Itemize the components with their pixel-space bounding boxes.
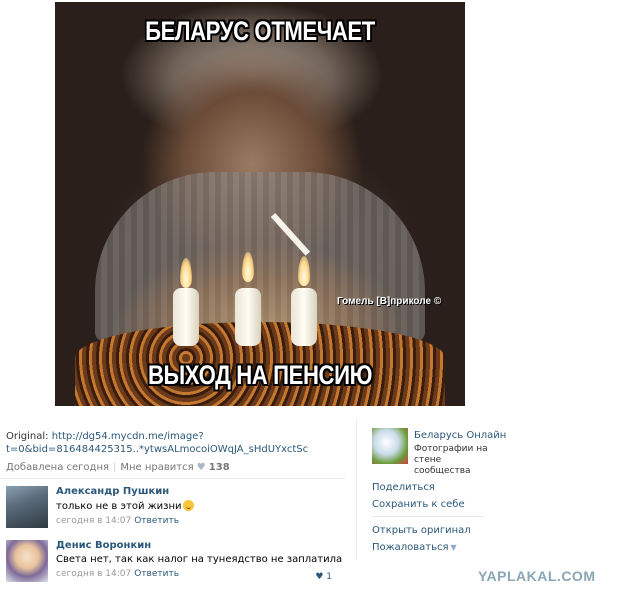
photo-caption-bottom: ВЫХОД НА ПЕНСИЮ: [147, 360, 373, 390]
share-link[interactable]: Поделиться: [372, 482, 435, 493]
save-link[interactable]: Сохранить к себе: [372, 499, 465, 510]
comment-author[interactable]: Денис Воронкин: [56, 540, 346, 551]
comment-like-button[interactable]: ♥ 1: [315, 572, 332, 582]
divider: [372, 516, 484, 517]
original-label: Original:: [6, 431, 49, 442]
post-photo[interactable]: БЕЛАРУС ОТМЕЧАЕТ ВЫХОД НА ПЕНСИЮ Гомель …: [55, 2, 465, 406]
heart-icon[interactable]: ♥: [197, 462, 206, 473]
comment-date[interactable]: сегодня в 14:07: [56, 516, 131, 526]
added-date: Добавлена сегодня: [6, 462, 109, 473]
comment-text: Света нет, так как налог на тунеядство н…: [56, 554, 343, 565]
comment-meta: сегодня в 14:07 Ответить: [56, 569, 346, 579]
heart-icon: ♥: [315, 572, 324, 582]
original-url[interactable]: http://dg54.mycdn.me/image? t=0&bid=81648…: [6, 431, 308, 455]
photo-candle-1: [173, 288, 199, 346]
comment-like-count: 1: [326, 572, 332, 582]
comment-author[interactable]: Александр Пушкин: [56, 486, 346, 497]
photo-caption-top: БЕЛАРУС ОТМЕЧАЕТ: [145, 16, 375, 46]
group-description[interactable]: Фотографии на стене сообщества: [414, 444, 498, 477]
comment-text: только не в этой жизни: [56, 500, 346, 512]
reply-link[interactable]: Ответить: [134, 569, 179, 579]
chevron-down-icon: ▼: [450, 543, 457, 552]
avatar[interactable]: [6, 540, 48, 582]
column-divider: [356, 420, 357, 560]
photo-candle-1b: [291, 288, 317, 346]
comment-meta: сегодня в 14:07 Ответить: [56, 516, 346, 526]
group-name[interactable]: Беларусь Онлайн: [414, 430, 506, 441]
likes-count: 138: [208, 462, 230, 473]
divider: [0, 478, 345, 479]
photo-watermark: Гомель [В]приколе ©: [337, 296, 442, 307]
comment-date[interactable]: сегодня в 14:07: [56, 569, 131, 579]
open-original-link[interactable]: Открыть оригинал: [372, 525, 471, 536]
photo-candle-0: [235, 288, 261, 346]
report-link[interactable]: Пожаловаться ▼: [372, 542, 457, 553]
group-avatar[interactable]: [372, 428, 408, 464]
original-link-block: Original: http://dg54.mycdn.me/image? t=0…: [6, 430, 326, 456]
meta-separator: |: [113, 462, 117, 473]
reply-link[interactable]: Ответить: [134, 516, 179, 526]
like-button[interactable]: Мне нравится: [120, 462, 193, 473]
avatar[interactable]: [6, 486, 48, 528]
smile-icon: [183, 500, 195, 511]
post-meta: Добавлена сегодня | Мне нравится ♥ 138: [6, 462, 230, 473]
site-watermark: YAPLAKAL.COM: [478, 568, 596, 584]
